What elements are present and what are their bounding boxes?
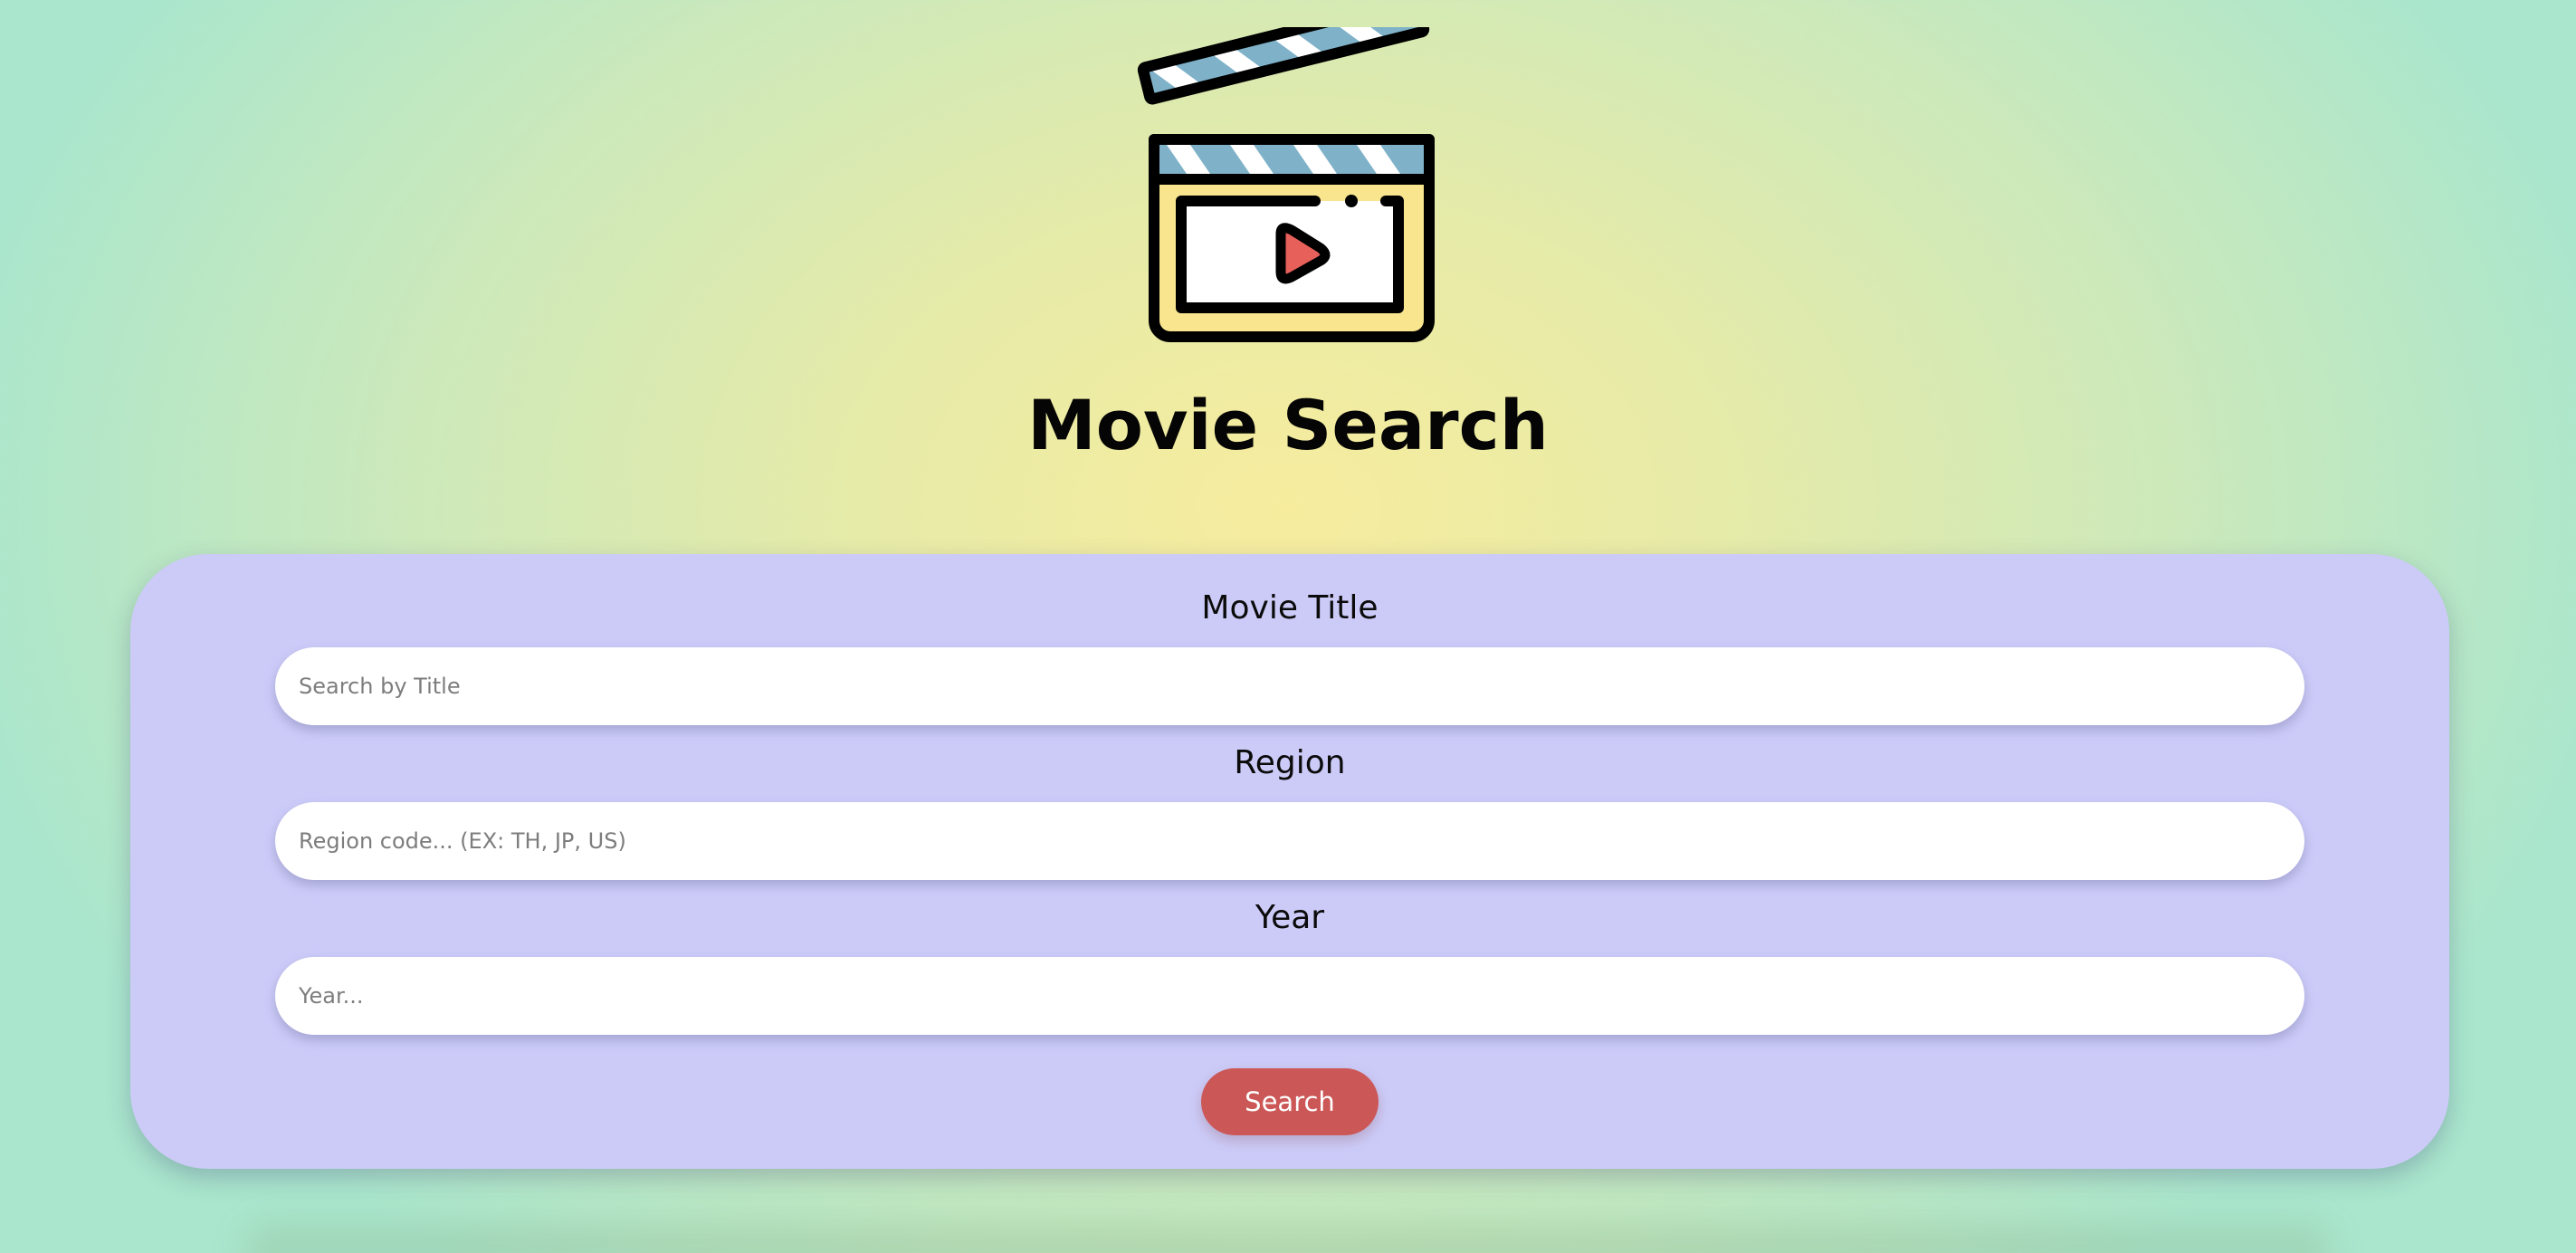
search-form: Movie Title Region Year Search	[130, 554, 2449, 1169]
clapperboard-icon	[1137, 27, 1435, 342]
results-panel-edge	[244, 1224, 2332, 1253]
region-label: Region	[1234, 744, 1346, 781]
movie-title-input[interactable]	[275, 647, 2304, 725]
region-input[interactable]	[275, 802, 2304, 880]
year-label: Year	[1255, 899, 1325, 936]
search-button[interactable]: Search	[1201, 1068, 1379, 1135]
year-input[interactable]	[275, 957, 2304, 1035]
page-title: Movie Search	[1027, 385, 1549, 465]
movie-title-label: Movie Title	[1201, 589, 1379, 626]
